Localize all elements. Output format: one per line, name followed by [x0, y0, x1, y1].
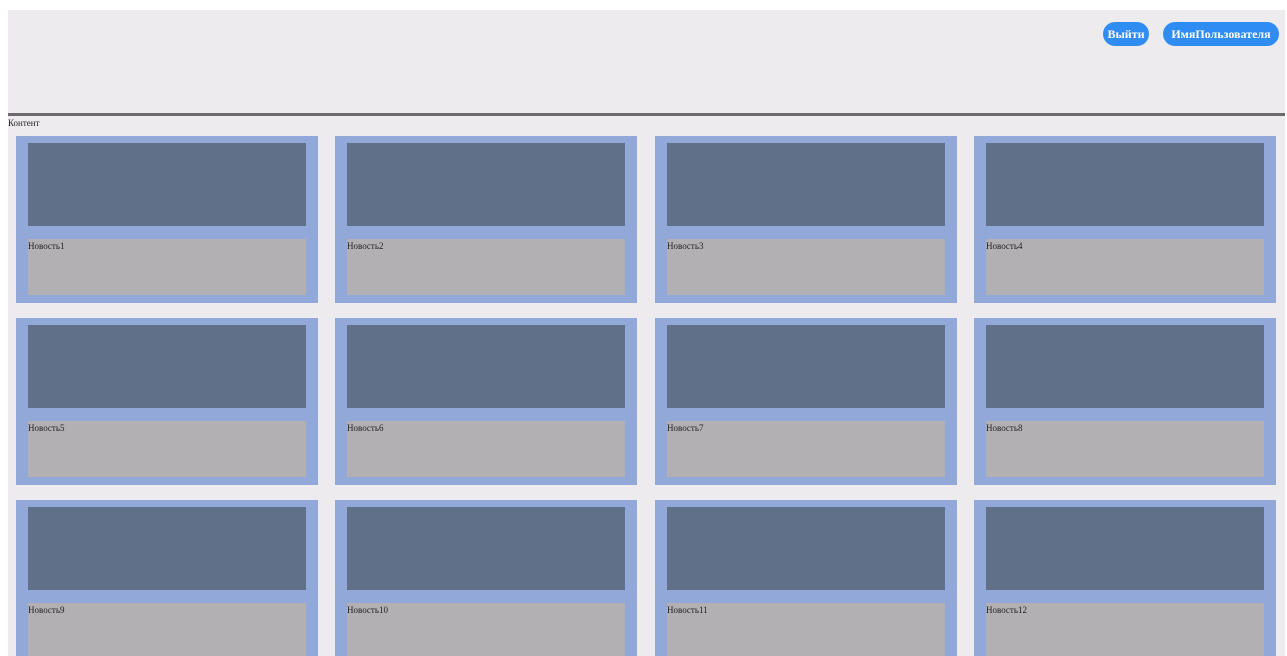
- news-title: Новость11: [667, 605, 708, 615]
- news-card[interactable]: Новость12: [974, 500, 1276, 656]
- news-title: Новость10: [347, 605, 388, 615]
- news-image-placeholder: [986, 507, 1264, 590]
- news-card-body: Новость12: [986, 603, 1264, 656]
- news-card[interactable]: Новость9: [16, 500, 318, 656]
- news-image-placeholder: [667, 325, 945, 408]
- news-title: Новость7: [667, 423, 704, 433]
- header: Выйти ИмяПользователя: [8, 10, 1285, 113]
- news-card[interactable]: Новость7: [655, 318, 957, 485]
- news-image-placeholder: [347, 143, 625, 226]
- news-card[interactable]: Новость10: [335, 500, 637, 656]
- news-card-body: Новость6: [347, 421, 625, 477]
- news-image-placeholder: [28, 143, 306, 226]
- news-title: Новость12: [986, 605, 1027, 615]
- news-image-placeholder: [986, 325, 1264, 408]
- news-title: Новость2: [347, 241, 384, 251]
- news-image-placeholder: [28, 325, 306, 408]
- news-image-placeholder: [986, 143, 1264, 226]
- news-card[interactable]: Новость3: [655, 136, 957, 303]
- news-title: Новость1: [28, 241, 65, 251]
- news-image-placeholder: [28, 507, 306, 590]
- news-title: Новость8: [986, 423, 1023, 433]
- username-button[interactable]: ИмяПользователя: [1163, 22, 1279, 46]
- news-card[interactable]: Новость4: [974, 136, 1276, 303]
- news-card-body: Новость9: [28, 603, 306, 656]
- news-card[interactable]: Новость5: [16, 318, 318, 485]
- news-title: Новость4: [986, 241, 1023, 251]
- news-image-placeholder: [667, 507, 945, 590]
- news-card-body: Новость8: [986, 421, 1264, 477]
- news-card-body: Новость2: [347, 239, 625, 295]
- news-card[interactable]: Новость11: [655, 500, 957, 656]
- news-card-body: Новость10: [347, 603, 625, 656]
- content-label: Контент: [8, 118, 40, 128]
- news-title: Новость3: [667, 241, 704, 251]
- news-image-placeholder: [347, 507, 625, 590]
- news-card-body: Новость11: [667, 603, 945, 656]
- news-card-body: Новость1: [28, 239, 306, 295]
- news-card[interactable]: Новость1: [16, 136, 318, 303]
- news-card-body: Новость3: [667, 239, 945, 295]
- header-divider: [8, 113, 1285, 116]
- logout-button[interactable]: Выйти: [1103, 22, 1149, 46]
- news-card[interactable]: Новость8: [974, 318, 1276, 485]
- news-image-placeholder: [347, 325, 625, 408]
- news-card-body: Новость7: [667, 421, 945, 477]
- news-card-body: Новость5: [28, 421, 306, 477]
- news-card[interactable]: Новость6: [335, 318, 637, 485]
- news-card[interactable]: Новость2: [335, 136, 637, 303]
- news-image-placeholder: [667, 143, 945, 226]
- news-title: Новость6: [347, 423, 384, 433]
- news-title: Новость9: [28, 605, 65, 615]
- news-card-body: Новость4: [986, 239, 1264, 295]
- news-title: Новость5: [28, 423, 65, 433]
- page: Выйти ИмяПользователя Контент Новость1 Н…: [8, 10, 1285, 656]
